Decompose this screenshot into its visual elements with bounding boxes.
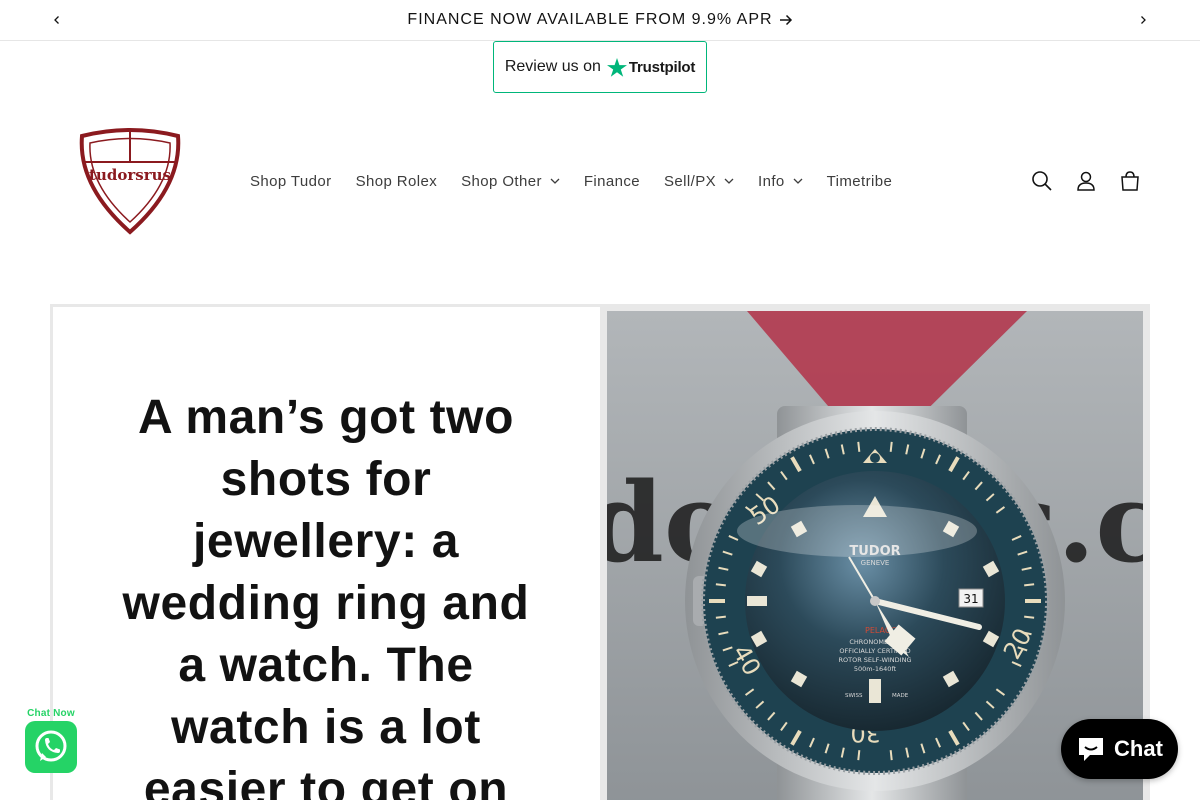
nav-shop-rolex[interactable]: Shop Rolex xyxy=(344,160,450,202)
chat-button[interactable]: Chat xyxy=(1061,719,1178,779)
announcement-bar: FINANCE NOW AVAILABLE FROM 9.9% APR xyxy=(0,0,1200,41)
trustpilot-star-icon xyxy=(606,57,627,77)
hero-quote: A man’s got two shots for jewellery: a w… xyxy=(122,391,530,800)
dial-line-3: ROTOR SELF-WINDING xyxy=(838,656,911,664)
announcement-link[interactable]: FINANCE NOW AVAILABLE FROM 9.9% APR xyxy=(0,0,1200,40)
hero-text-panel: A man’s got two shots for jewellery: a w… xyxy=(53,307,600,800)
bezel-tick xyxy=(889,441,893,452)
trustpilot-review-button[interactable]: Review us on Trustpilot xyxy=(493,41,707,93)
dial-swiss: SWISS xyxy=(845,693,863,699)
nav-sell-px[interactable]: Sell/PX xyxy=(652,160,746,202)
search-icon xyxy=(1032,171,1052,191)
chevron-down-icon xyxy=(793,178,803,184)
nav-label: Shop Other xyxy=(461,172,542,190)
bezel-tick xyxy=(715,615,726,619)
whatsapp-chat-button[interactable]: Chat Now xyxy=(22,708,80,774)
dial-brand: TUDOR xyxy=(849,544,900,559)
nav-shop-other[interactable]: Shop Other xyxy=(449,160,572,202)
search-button[interactable] xyxy=(1022,162,1062,200)
site-logo[interactable]: tudorsrus xyxy=(78,126,182,236)
dial-city: GENEVE xyxy=(861,559,890,567)
header-icons xyxy=(1022,162,1150,200)
account-button[interactable] xyxy=(1066,162,1106,200)
nav-label: Sell/PX xyxy=(664,172,717,190)
whatsapp-label: Chat Now xyxy=(27,708,75,719)
bezel-tick xyxy=(889,750,893,761)
date-value: 31 xyxy=(963,592,978,606)
chevron-down-icon xyxy=(724,178,734,184)
account-icon xyxy=(1077,171,1095,191)
chat-label: Chat xyxy=(1114,736,1163,761)
dial-line-4: 500m-1640ft xyxy=(854,665,897,673)
bezel-tick xyxy=(857,441,861,452)
nav-shop-tudor[interactable]: Shop Tudor xyxy=(238,160,344,202)
dial-made: MADE xyxy=(892,693,909,699)
nav-label: Shop Rolex xyxy=(355,172,438,190)
arrow-right-icon xyxy=(779,14,793,26)
trustpilot-logo: Trustpilot xyxy=(606,57,696,77)
chevron-down-icon xyxy=(550,178,560,184)
nav-label: Timetribe xyxy=(826,172,893,190)
bezel-tick xyxy=(1024,615,1035,619)
announcement-text: FINANCE NOW AVAILABLE FROM 9.9% APR xyxy=(407,11,773,28)
bezel-tick xyxy=(1024,583,1035,587)
cart-icon xyxy=(1121,171,1139,191)
nav-label: Info xyxy=(758,172,785,190)
nav-timetribe[interactable]: Timetribe xyxy=(815,160,905,202)
nav-info[interactable]: Info xyxy=(746,160,815,202)
trustpilot-brand: Trustpilot xyxy=(628,58,696,76)
chevron-right-icon xyxy=(1141,16,1146,24)
cart-button[interactable] xyxy=(1110,162,1150,200)
nav-label: Finance xyxy=(583,172,641,190)
hero-watch-image: dorsrus.c 50 20 40 30 xyxy=(607,311,1143,800)
whatsapp-icon xyxy=(25,721,77,773)
bezel-tick xyxy=(857,750,861,761)
logo-text: tudorsrus xyxy=(89,166,171,184)
bezel-tick xyxy=(715,583,726,587)
trustpilot-prefix: Review us on xyxy=(504,58,601,75)
hero-section: A man’s got two shots for jewellery: a w… xyxy=(50,304,1150,800)
main-nav: Shop Tudor Shop Rolex Shop Other Finance… xyxy=(238,160,904,202)
nav-finance[interactable]: Finance xyxy=(572,160,652,202)
announcement-next-button[interactable] xyxy=(1133,10,1153,30)
chat-bubble-icon xyxy=(1079,738,1104,761)
nav-label: Shop Tudor xyxy=(250,172,332,190)
